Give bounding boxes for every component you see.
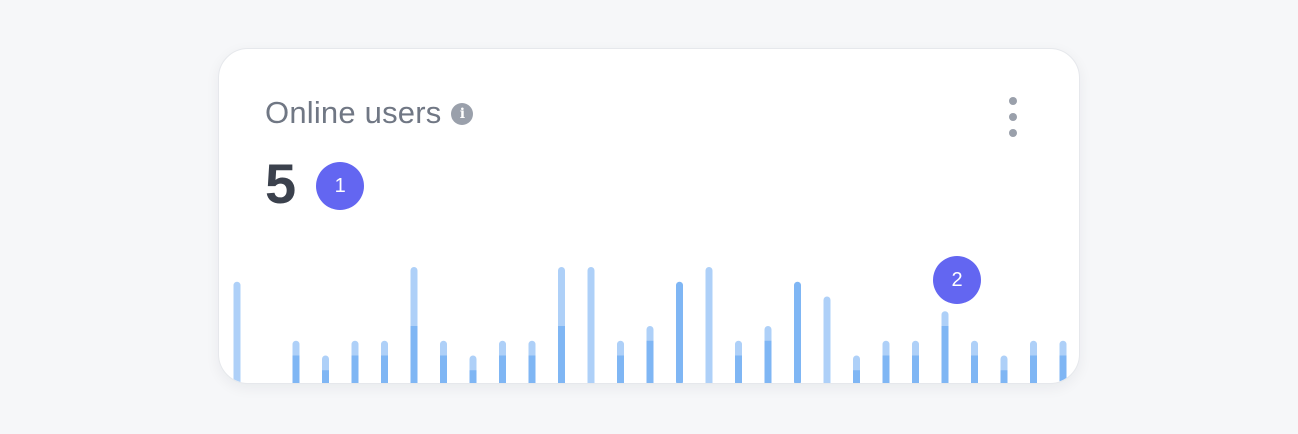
bar-segment-dark <box>912 355 919 383</box>
bar-segment-light <box>705 267 713 383</box>
bar-segment-dark <box>1059 355 1067 383</box>
kebab-dot <box>1009 97 1017 105</box>
bar-segment-dark <box>764 340 772 383</box>
bar-segment-light <box>823 296 831 383</box>
bar-segment-dark <box>381 355 388 383</box>
bar-segment-light <box>233 281 241 383</box>
kebab-dot <box>1009 113 1017 121</box>
metric-row: 5 1 <box>265 152 365 215</box>
bar-segment-light <box>410 267 418 330</box>
kebab-dot <box>1009 129 1017 137</box>
bar-segment-dark <box>351 355 359 383</box>
bar-segment-dark <box>292 355 300 383</box>
bar-segment-dark <box>322 370 329 383</box>
bar-segment-dark <box>941 326 949 383</box>
bar-segment-dark <box>735 355 742 383</box>
annotation-badge-2: 2 <box>933 256 981 304</box>
card-header: Online users i <box>265 95 474 130</box>
bar-segment-light <box>587 267 595 383</box>
bar-segment-dark <box>440 355 447 383</box>
bar-segment-dark <box>676 281 683 383</box>
bar-segment-dark <box>1030 355 1037 383</box>
bar-segment-dark <box>794 281 801 383</box>
info-icon[interactable]: i <box>451 102 474 125</box>
card-title: Online users <box>265 95 442 130</box>
bar-segment-dark <box>410 326 418 383</box>
bar-segment-dark <box>528 355 536 383</box>
annotation-badge-1: 1 <box>316 162 365 210</box>
bar-segment-dark <box>882 355 890 383</box>
online-users-count: 5 <box>265 152 297 215</box>
bar-segment-dark <box>558 326 565 383</box>
bar-segment-dark <box>853 370 860 383</box>
bar-segment-dark <box>1000 370 1008 383</box>
online-users-card: Online users i 5 1 2 <box>218 48 1080 384</box>
bar-segment-dark <box>617 355 624 383</box>
bar-segment-dark <box>499 355 506 383</box>
bar-segment-dark <box>469 370 477 383</box>
page-background: Online users i 5 1 2 <box>0 0 1298 434</box>
bar-segment-dark <box>646 340 654 383</box>
bar-segment-light <box>558 267 565 330</box>
bar-segment-dark <box>971 355 978 383</box>
kebab-menu-icon[interactable] <box>1001 97 1025 137</box>
